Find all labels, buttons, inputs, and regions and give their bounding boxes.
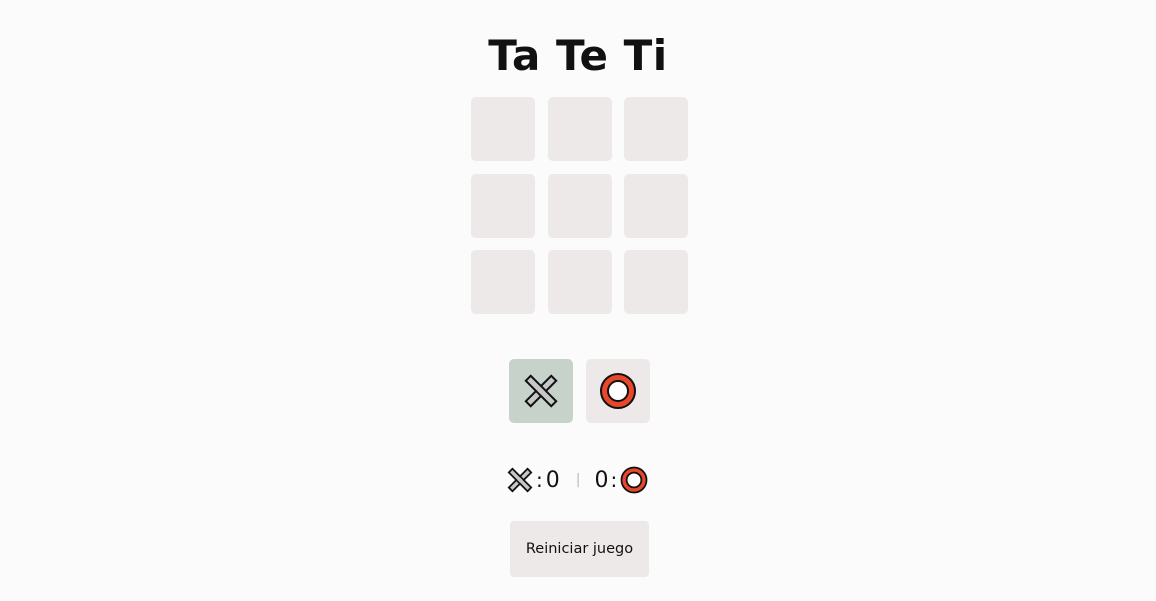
score-x-separator: : <box>536 468 543 492</box>
score-o-value: 0 <box>594 467 609 493</box>
board-cell[interactable] <box>624 97 688 161</box>
turn-o <box>586 359 650 423</box>
board-cell[interactable] <box>624 173 688 238</box>
x-mark-icon <box>507 467 533 493</box>
board-cell[interactable] <box>547 173 612 238</box>
score-x-value: 0 <box>545 467 560 493</box>
o-ring-icon <box>620 466 648 494</box>
o-ring-icon <box>600 373 636 409</box>
game-board <box>471 97 688 314</box>
board-cell[interactable] <box>471 97 535 161</box>
board-cell[interactable] <box>547 250 612 314</box>
game-app: Ta Te Ti: 0 | 0: Reiniciar juego <box>0 0 1156 601</box>
score-divider: | <box>575 472 581 488</box>
board-cell[interactable] <box>471 173 535 238</box>
score-o-separator: : <box>610 468 618 492</box>
board-cell[interactable] <box>624 250 688 314</box>
scoreboard: : 0 | 0 : <box>506 464 648 496</box>
board-cell[interactable] <box>547 97 612 161</box>
turn-indicator <box>509 359 650 423</box>
x-mark-icon <box>524 374 558 408</box>
turn-x <box>509 359 573 423</box>
page-title: Ta Te Ti <box>488 31 668 80</box>
board-cell[interactable] <box>471 250 535 314</box>
reset-game-button[interactable]: Reiniciar juego <box>510 521 649 577</box>
